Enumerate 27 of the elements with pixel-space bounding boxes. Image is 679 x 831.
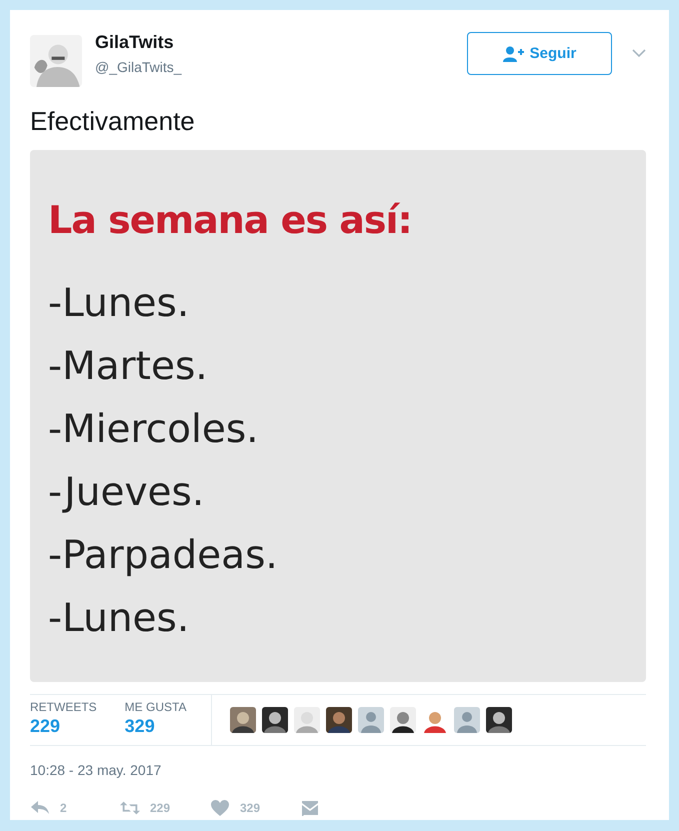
image-heading: La semana es así:	[48, 198, 413, 242]
image-line: -Lunes.	[48, 595, 190, 643]
follow-button[interactable]: Seguir	[467, 32, 612, 75]
user-handle: @_GilaTwits_	[95, 59, 182, 75]
retweet-icon[interactable]	[120, 800, 140, 816]
stat-count[interactable]: 229	[30, 716, 97, 737]
image-line: -Martes.	[48, 343, 209, 391]
timestamp[interactable]: 10:28 - 23 may. 2017	[30, 762, 646, 778]
default-avatar-icon[interactable]	[358, 707, 384, 733]
action-count: 329	[240, 801, 260, 815]
add-user-icon	[502, 46, 525, 62]
image-line: -Miercoles.	[48, 406, 260, 454]
caret-icon[interactable]	[632, 49, 646, 57]
default-avatar-icon[interactable]	[454, 707, 480, 733]
image-line: -Lunes.	[48, 280, 190, 328]
reply-icon[interactable]	[30, 800, 50, 816]
stat-label: ME GUSTA	[124, 700, 186, 714]
envelope-icon[interactable]	[300, 800, 320, 816]
user-name: GilaTwits	[95, 32, 175, 53]
image-line: -Parpadeas.	[48, 532, 279, 580]
stat-count[interactable]: 329	[124, 716, 186, 737]
image-line: -Jueves.	[48, 469, 206, 517]
action-count: 229	[150, 801, 170, 815]
action-count: 2	[60, 801, 67, 815]
heart-icon[interactable]	[210, 800, 230, 816]
tweet-text: Efectivamente	[30, 106, 196, 137]
stat-label: RETWEETS	[30, 700, 97, 714]
